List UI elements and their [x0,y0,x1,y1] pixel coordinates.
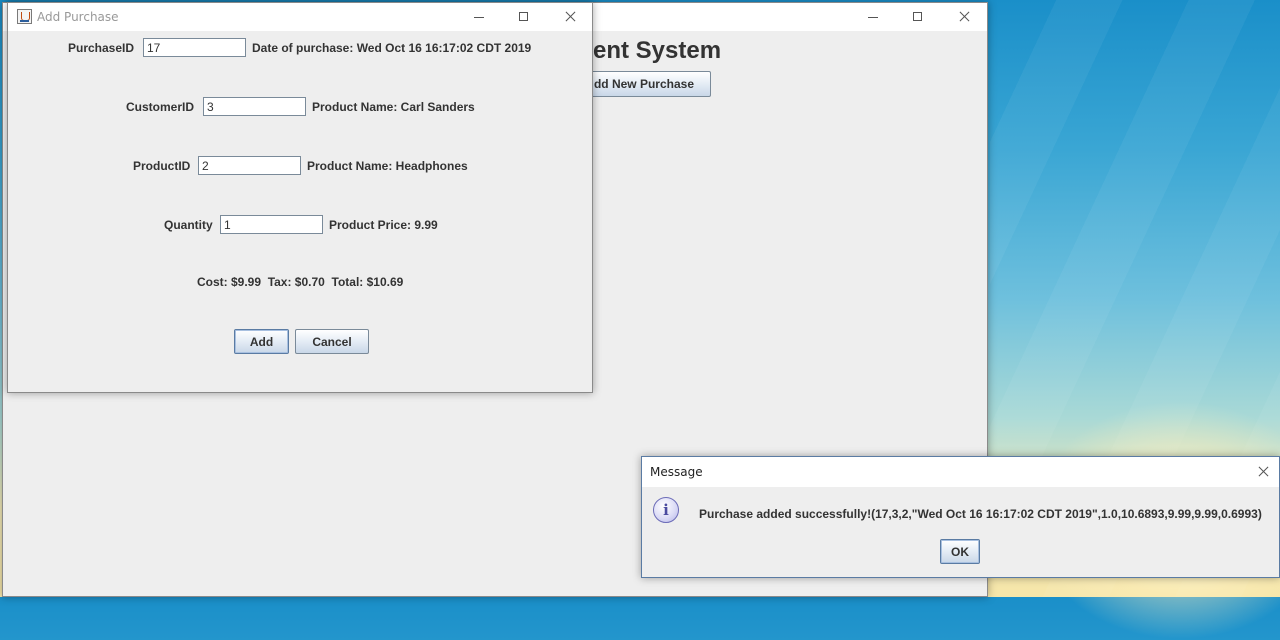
customer-id-field[interactable] [203,97,306,116]
close-icon[interactable] [1240,458,1280,486]
maximize-icon[interactable] [501,3,547,31]
java-app-icon [17,9,32,24]
main-window-heading: ent System [593,37,722,64]
customer-id-label: CustomerID [126,100,195,114]
purchase-id-label: PurchaseID [68,41,135,55]
quantity-field[interactable] [220,215,323,234]
message-dialog: Message i Purchase added successfully!(1… [641,456,1280,578]
message-titlebar: Message [642,457,1279,487]
close-icon[interactable] [941,3,987,31]
add-button[interactable]: Add [234,329,289,354]
minimize-icon[interactable] [456,3,502,31]
message-title: Message [650,465,703,479]
maximize-icon[interactable] [895,3,941,31]
date-of-purchase-label: Date of purchase: Wed Oct 16 16:17:02 CD… [252,41,532,55]
minimize-icon[interactable] [850,3,896,31]
add-purchase-dialog: Add Purchase PurchaseID Date of purchase… [7,2,593,393]
add-purchase-title: Add Purchase [37,10,119,24]
product-id-label: ProductID [133,159,191,173]
cancel-button[interactable]: Cancel [295,329,369,354]
product-name-label: Product Name: Headphones [307,159,468,173]
purchase-id-field[interactable] [143,38,246,57]
quantity-label: Quantity [164,218,213,232]
customer-name-label: Product Name: Carl Sanders [312,100,475,114]
info-icon: i [653,497,679,523]
message-text: Purchase added successfully!(17,3,2,"Wed… [699,507,1262,521]
close-icon[interactable] [547,3,593,31]
totals-label: Cost: $9.99 Tax: $0.70 Total: $10.69 [197,275,404,289]
ok-button[interactable]: OK [940,539,980,564]
product-id-field[interactable] [198,156,301,175]
add-purchase-titlebar: Add Purchase [8,3,592,31]
product-price-label: Product Price: 9.99 [329,218,438,232]
